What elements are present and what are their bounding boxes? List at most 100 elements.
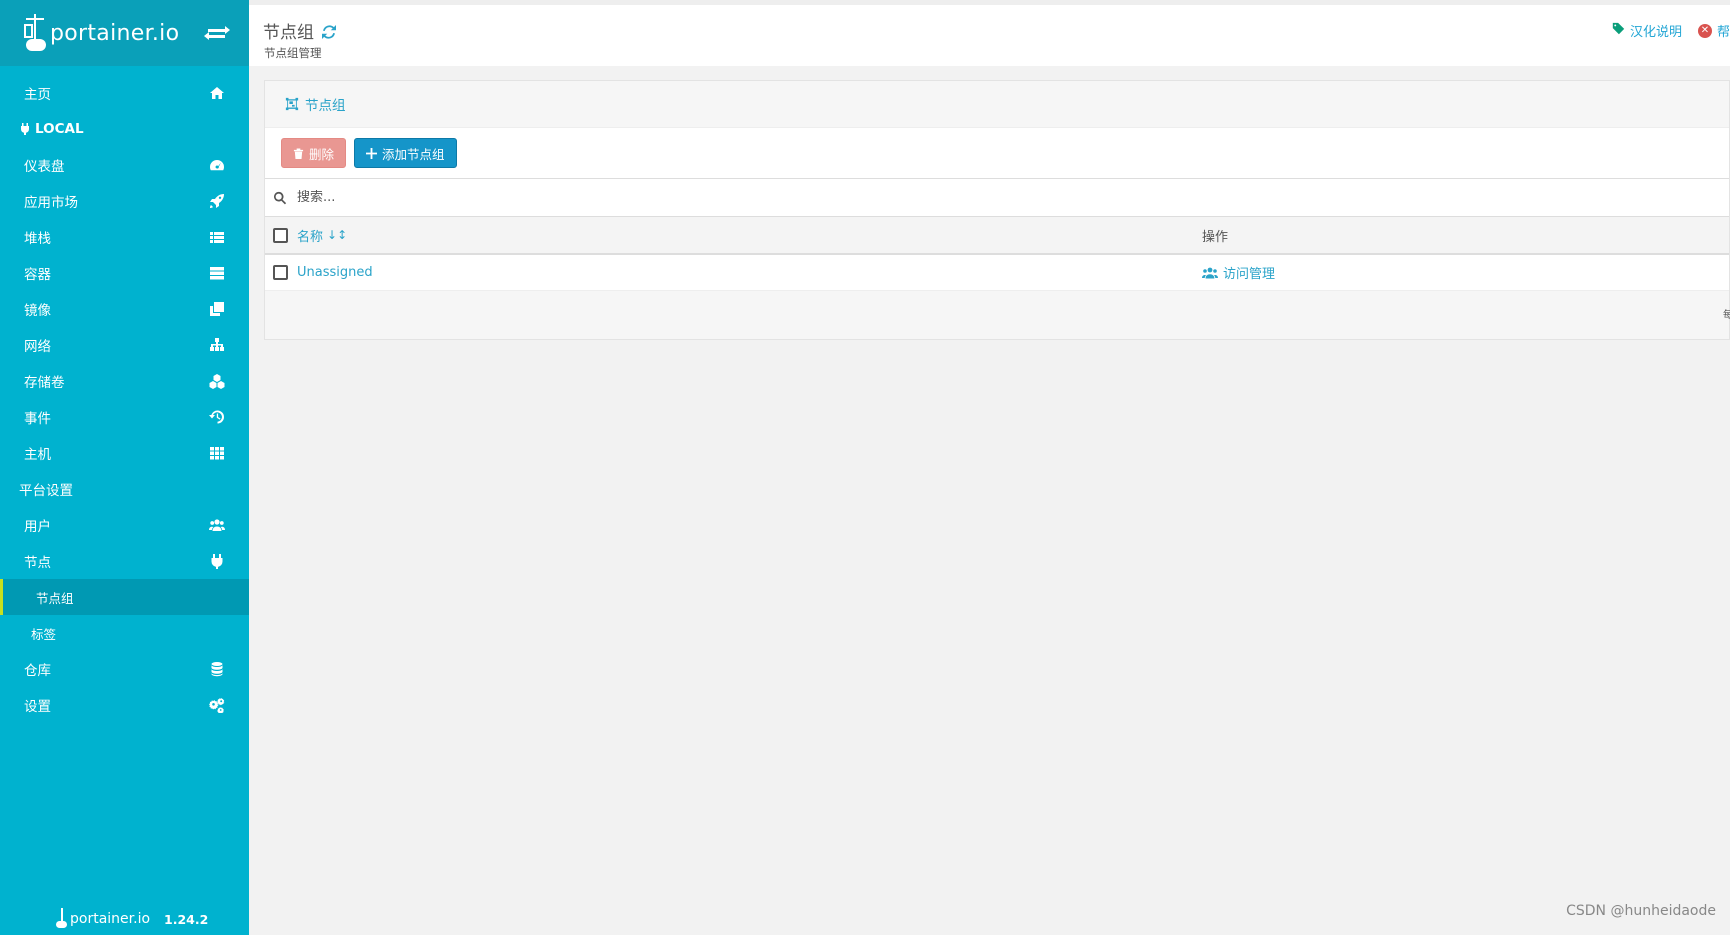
page-title-text: 节点组	[263, 23, 314, 43]
sidebar-item-dashboard[interactable]: 仪表盘	[0, 147, 249, 183]
sidebar-item-networks[interactable]: 网络	[0, 327, 249, 363]
sidebar-item-host[interactable]: 主机	[0, 435, 249, 471]
sidebar-item-registries[interactable]: 仓库	[0, 651, 249, 687]
sidebar-item-label: 主机	[24, 447, 51, 463]
close-circle-icon: ✕	[1697, 23, 1712, 38]
rocket-icon	[209, 193, 225, 209]
sidebar-item-endpoint-groups[interactable]: 节点组	[0, 579, 249, 615]
page-header: 节点组 节点组管理 汉化说明 ✕ 帮	[249, 0, 1730, 66]
sidebar-header: portainer.io	[0, 0, 249, 66]
widget-header: 节点组	[265, 81, 1729, 128]
page-title: 节点组	[263, 18, 336, 43]
sidebar-item-label: 仪表盘	[24, 159, 65, 175]
sidebar-item-label: 堆栈	[24, 231, 51, 247]
sidebar-item-label: 应用市场	[24, 195, 78, 211]
sidebar-item-containers[interactable]: 容器	[0, 255, 249, 291]
sidebar-title-label: 平台设置	[19, 483, 73, 499]
help-link[interactable]: ✕ 帮	[1697, 21, 1730, 40]
breadcrumb: 节点组管理	[264, 46, 322, 60]
object-group-icon	[285, 97, 299, 111]
plug-icon	[209, 553, 225, 569]
sidebar-item-label: 镜像	[24, 303, 51, 319]
list-icon	[209, 229, 225, 245]
sort-icon: ↓↕	[327, 228, 348, 242]
sidebar-title-platform-settings: 平台设置	[0, 471, 249, 507]
sidebar-item-tags[interactable]: 标签	[0, 615, 249, 651]
sidebar-toggle-icon[interactable]	[204, 25, 230, 41]
sidebar-title-local: LOCAL	[0, 111, 249, 147]
sidebar-item-label: 节点	[24, 555, 51, 571]
plus-icon	[366, 147, 378, 159]
users-icon	[209, 517, 225, 533]
column-header-name-label: 名称	[297, 229, 324, 245]
column-header-name[interactable]: 名称 ↓↕	[297, 226, 347, 245]
row-checkbox[interactable]	[273, 265, 288, 280]
sidebar-item-images[interactable]: 镜像	[0, 291, 249, 327]
sidebar-item-label: 用户	[24, 519, 51, 535]
refresh-icon[interactable]	[322, 24, 336, 39]
sidebar-item-stacks[interactable]: 堆栈	[0, 219, 249, 255]
brand-logo[interactable]: portainer.io	[24, 14, 179, 52]
sidebar-item-home[interactable]: 主页	[0, 75, 249, 111]
search-input[interactable]	[297, 190, 897, 205]
portainer-logo-icon	[56, 908, 68, 930]
footer-fragment: 每	[1723, 310, 1730, 321]
server-icon	[209, 265, 225, 281]
sidebar: portainer.io 主页 LOCAL 仪表盘 应用市场 堆栈 容器 镜像 …	[0, 0, 249, 935]
sidebar-item-users[interactable]: 用户	[0, 507, 249, 543]
sidebar-item-label: 网络	[24, 339, 51, 355]
cubes-icon	[209, 373, 225, 389]
manage-access-link[interactable]: 访问管理	[1202, 263, 1275, 282]
users-icon	[1202, 267, 1218, 278]
table-row: Unassigned 访问管理	[265, 255, 1729, 291]
table-header: 名称 ↓↕ 操作	[265, 217, 1729, 255]
tag-icon	[1612, 22, 1625, 39]
manage-access-label: 访问管理	[1223, 267, 1276, 282]
search-icon	[274, 191, 287, 204]
cogs-icon	[209, 697, 225, 713]
watermark: CSDN @hunheidaode	[1566, 903, 1716, 919]
sidebar-item-label: 容器	[24, 267, 51, 283]
search-bar	[265, 178, 1729, 217]
home-icon	[209, 85, 225, 101]
link-label: 帮	[1716, 25, 1730, 40]
brand-name: portainer.io	[50, 20, 180, 46]
sidebar-item-label: 仓库	[24, 663, 51, 679]
sidebar-item-label: 事件	[24, 411, 51, 427]
sidebar-item-label: 标签	[31, 626, 57, 642]
footer-logo: portainer.io	[56, 908, 150, 930]
delete-button-label: 删除	[309, 147, 335, 162]
select-all-checkbox[interactable]	[273, 227, 288, 243]
sidebar-item-label: 节点组	[36, 590, 74, 606]
footer-brand-name: portainer.io	[70, 911, 151, 927]
link-label: 汉化说明	[1629, 25, 1682, 40]
history-icon	[209, 409, 225, 425]
sidebar-nav: 主页 LOCAL 仪表盘 应用市场 堆栈 容器 镜像 网络 存储卷 事件 主机 …	[0, 75, 249, 723]
sidebar-item-settings[interactable]: 设置	[0, 687, 249, 723]
table-footer: 每	[265, 291, 1730, 339]
version-label: 1.24.2	[164, 911, 209, 927]
endpoint-groups-widget: 节点组 删除 添加节点组 名称 ↓↕ 操作 Unassigned 访问管理 每	[264, 80, 1730, 340]
dashboard-icon	[209, 157, 225, 173]
sidebar-item-app-market[interactable]: 应用市场	[0, 183, 249, 219]
sitemap-icon	[209, 337, 225, 353]
delete-button[interactable]: 删除	[281, 138, 347, 168]
column-header-actions: 操作	[1202, 229, 1229, 245]
database-icon	[209, 661, 225, 677]
plug-icon	[19, 123, 31, 135]
widget-title: 节点组	[305, 98, 346, 114]
grid-icon	[209, 445, 225, 461]
header-links: 汉化说明 ✕ 帮	[1612, 21, 1730, 40]
group-name-link[interactable]: Unassigned	[297, 265, 373, 280]
sidebar-item-volumes[interactable]: 存储卷	[0, 363, 249, 399]
sidebar-item-endpoints[interactable]: 节点	[0, 543, 249, 579]
localization-notes-link[interactable]: 汉化说明	[1612, 21, 1682, 40]
add-endpoint-group-button[interactable]: 添加节点组	[354, 138, 457, 168]
add-button-label: 添加节点组	[382, 147, 445, 162]
sidebar-item-label: 主页	[24, 87, 51, 103]
sidebar-item-events[interactable]: 事件	[0, 399, 249, 435]
sidebar-item-label: 存储卷	[24, 375, 65, 391]
sidebar-title-label: LOCAL	[35, 121, 84, 137]
trash-icon	[293, 147, 304, 159]
sidebar-item-label: 设置	[24, 699, 51, 715]
